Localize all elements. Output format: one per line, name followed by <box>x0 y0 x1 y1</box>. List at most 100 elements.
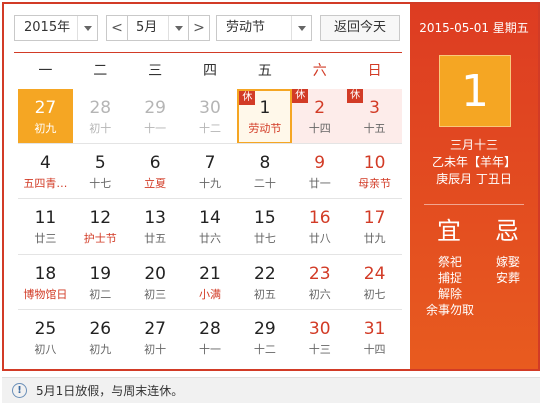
day-number: 9 <box>314 153 326 174</box>
weekday-label: 六 <box>312 63 327 79</box>
day-cell[interactable]: 休 2 十四 <box>292 89 348 145</box>
day-cell[interactable]: 23 初六 <box>292 255 347 310</box>
lunar-label: 十一 <box>198 342 221 356</box>
day-cell[interactable]: 休 3 十五 <box>347 89 402 145</box>
back-to-today-button[interactable]: 返回今天 <box>320 15 400 41</box>
day-number: 26 <box>89 318 112 339</box>
holiday-select-value: 劳动节 <box>226 20 266 35</box>
day-cell[interactable]: 10 母亲节 <box>347 144 402 199</box>
lunar-label: 十七 <box>89 177 112 191</box>
year-ganzhi: 乙未年【羊年】 <box>431 155 516 169</box>
lunar-label: 初二 <box>89 287 112 301</box>
day-cell[interactable]: 14 廿六 <box>183 199 238 254</box>
month-select[interactable]: 5月 <box>128 15 188 41</box>
day-cell[interactable]: 26 初九 <box>73 310 128 365</box>
day-number: 3 <box>369 98 380 118</box>
calendar-grid: 27 初九 28 初十 29 十一 30 十二休 1 劳动节休 2 十四休 3 十五 4 五四青… 5 十七 6 立夏… <box>18 88 402 364</box>
calendar-main: 2015年 < 5月 > 劳动节 返回今天 一二三四五六日 27 初九 28 初十 29… <box>4 4 410 369</box>
day-number: 16 <box>308 208 331 229</box>
chevron-down-icon[interactable] <box>168 16 188 40</box>
yi-list: 祭祀 捕捉 解除 余事勿取 <box>422 254 478 318</box>
lunar-label: 二十 <box>253 177 276 191</box>
lunar-label: 十五 <box>363 122 386 135</box>
holiday-note-bar: ! 5月1日放假，与周末连休。 <box>2 377 540 403</box>
day-number: 8 <box>259 153 271 174</box>
day-number: 1 <box>259 98 271 118</box>
day-number: 20 <box>144 263 166 284</box>
chevron-down-icon[interactable] <box>291 16 311 40</box>
holiday-select[interactable]: 劳动节 <box>216 15 312 41</box>
lunar-label: 十九 <box>198 177 221 191</box>
day-cell[interactable]: 8 二十 <box>237 144 292 199</box>
year-select[interactable]: 2015年 <box>14 15 98 41</box>
day-cell[interactable]: 29 十二 <box>237 310 292 365</box>
day-cell[interactable]: 11 廿三 <box>18 199 73 254</box>
month-day-ganzhi: 庚辰月 丁丑日 <box>436 172 512 186</box>
day-cell[interactable]: 7 十九 <box>183 144 238 199</box>
day-cell[interactable]: 4 五四青… <box>18 144 73 199</box>
day-cell[interactable]: 22 初五 <box>237 255 292 310</box>
lunar-date: 三月十三 <box>449 138 498 152</box>
day-cell[interactable]: 28 十一 <box>183 310 238 365</box>
yi-item: 余事勿取 <box>425 303 474 317</box>
day-cell[interactable]: 28 初十 <box>73 89 128 144</box>
lunar-label: 小满 <box>198 287 221 301</box>
day-cell[interactable]: 29 十一 <box>128 89 183 144</box>
prev-month-button[interactable]: < <box>106 15 128 41</box>
day-cell[interactable]: 15 廿七 <box>237 199 292 254</box>
day-number: 29 <box>254 318 276 339</box>
day-cell[interactable]: 27 初十 <box>128 310 183 365</box>
lunar-label: 立夏 <box>144 177 167 191</box>
day-number: 10 <box>363 153 386 174</box>
lunar-label: 初十 <box>144 342 167 356</box>
lunar-label: 初七 <box>363 287 386 301</box>
day-number: 23 <box>308 263 331 284</box>
selected-date-heading: 2015-05-01 星期五 <box>419 21 529 35</box>
day-number: 19 <box>89 263 112 284</box>
day-cell[interactable]: 9 廿一 <box>292 144 347 199</box>
day-cell[interactable]: 27 初九 <box>18 89 73 145</box>
day-cell[interactable]: 16 廿八 <box>292 199 347 254</box>
yi-label: 宜 <box>437 217 461 245</box>
ji-label: 忌 <box>495 217 519 245</box>
lunar-label: 初九 <box>34 122 57 135</box>
day-cell[interactable]: 31 十四 <box>347 310 402 365</box>
day-cell[interactable]: 30 十二 <box>183 89 238 144</box>
ji-item: 安葬 <box>495 271 520 285</box>
detail-divider <box>424 204 524 205</box>
day-number: 28 <box>199 318 221 339</box>
weekday-label: 三 <box>148 63 163 79</box>
lunar-label: 母亲节 <box>358 177 392 191</box>
day-number: 18 <box>34 263 57 284</box>
day-cell[interactable]: 17 廿九 <box>347 199 402 254</box>
day-number: 5 <box>94 153 106 174</box>
day-cell[interactable]: 19 初二 <box>73 255 128 310</box>
next-month-button[interactable]: > <box>188 15 210 41</box>
day-cell[interactable]: 25 初八 <box>18 310 73 365</box>
lunar-label: 十三 <box>308 342 331 356</box>
day-number: 25 <box>34 318 57 339</box>
chevron-down-icon[interactable] <box>77 16 97 40</box>
day-cell[interactable]: 13 廿五 <box>128 199 183 254</box>
day-cell[interactable]: 12 护士节 <box>73 199 128 254</box>
weekday-header: 一二三四五六日 <box>18 56 402 86</box>
day-number: 11 <box>34 208 57 229</box>
lunar-label: 十二 <box>198 122 221 135</box>
day-cell[interactable]: 6 立夏 <box>128 144 183 199</box>
day-number: 12 <box>89 208 112 229</box>
weekday-label: 一 <box>38 63 53 79</box>
day-cell[interactable]: 24 初七 <box>347 255 402 310</box>
lunar-label: 博物馆日 <box>23 287 68 301</box>
day-cell[interactable]: 5 十七 <box>73 144 128 199</box>
weekday-label: 五 <box>257 63 272 79</box>
lunar-label: 初三 <box>144 287 167 301</box>
day-number: 7 <box>204 153 216 174</box>
weekday-label: 四 <box>202 63 217 79</box>
day-cell[interactable]: 21 小满 <box>183 255 238 310</box>
day-cell[interactable]: 20 初三 <box>128 255 183 310</box>
day-number: 13 <box>144 208 166 229</box>
lunar-label: 十四 <box>308 122 331 135</box>
day-cell[interactable]: 18 博物馆日 <box>18 255 73 310</box>
day-cell[interactable]: 休 1 劳动节 <box>237 89 293 145</box>
day-cell[interactable]: 30 十三 <box>292 310 347 365</box>
